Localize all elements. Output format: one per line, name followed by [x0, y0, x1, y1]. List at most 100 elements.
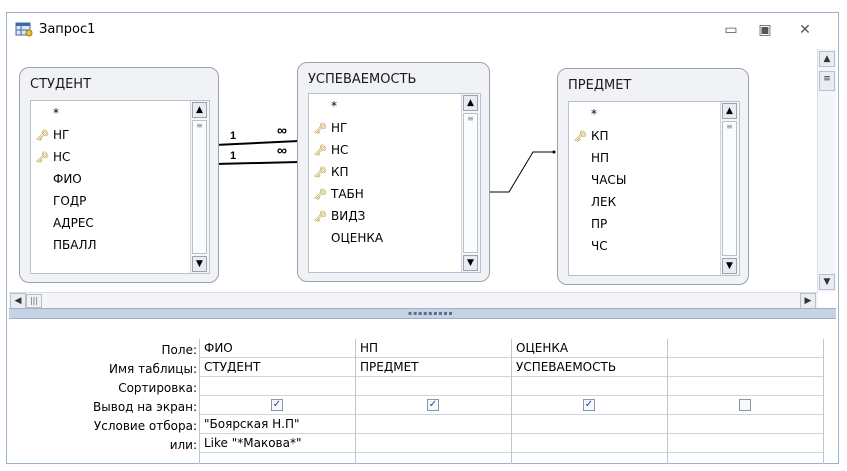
- grid-cell-sort[interactable]: [668, 377, 823, 396]
- field-item[interactable]: ЧАСЫ: [573, 170, 626, 190]
- maximize-icon[interactable]: ▣: [752, 20, 778, 40]
- title-bar: Запрос1 ▭ ▣ ✕: [7, 13, 838, 47]
- field-item[interactable]: 🗝 ВИДЗ: [313, 206, 365, 226]
- pane-splitter[interactable]: ▪▪▪▪▪▪▪▪▪: [9, 308, 836, 319]
- field-item[interactable]: ОЦЕНКА: [313, 228, 383, 248]
- row-label-sort: Сортировка:: [118, 381, 197, 395]
- table-subject[interactable]: ПРЕДМЕТ * 🗝 КП НП ЧАСЫ ЛЕК ПР ЧС ▲ ≡ ▼: [557, 68, 749, 285]
- grid-column: ФИО СТУДЕНТ ✓ "Боярская Н.П" Like "*Мако…: [199, 339, 355, 464]
- table-diagram-pane: 1 1 ∞ ∞ СТУДЕНТ * 🗝 НГ 🗝 НС ФИО ГОДР АДРЕС…: [9, 49, 836, 308]
- field-item[interactable]: НП: [573, 148, 609, 168]
- grid-cell-or[interactable]: [356, 434, 511, 453]
- scroll-left-icon[interactable]: ◀: [10, 293, 26, 308]
- relation-line-ns: [214, 161, 300, 165]
- row-label-criteria: Условие отбора:: [93, 419, 197, 433]
- scroll-thumb[interactable]: ≡: [463, 113, 478, 253]
- field-item[interactable]: 🗝 НГ: [313, 118, 347, 138]
- scroll-up-icon[interactable]: ▲: [463, 95, 478, 111]
- scroll-thumb[interactable]: ≡: [192, 120, 207, 254]
- field-item[interactable]: ФИО: [35, 169, 82, 189]
- svg-text:1: 1: [230, 150, 236, 162]
- table-scrollbar[interactable]: ▲ ≡ ▼: [190, 101, 209, 273]
- grid-cell-criteria[interactable]: [356, 415, 511, 434]
- grid-cell-table[interactable]: [668, 358, 823, 377]
- relation-line-kp: [487, 151, 554, 193]
- close-icon[interactable]: ✕: [792, 20, 818, 40]
- grid-cell-criteria[interactable]: "Боярская Н.П": [200, 415, 355, 434]
- key-icon: 🗝: [35, 129, 49, 142]
- grid-cell-table[interactable]: УСПЕВАЕМОСТЬ: [512, 358, 667, 377]
- key-icon: 🗝: [573, 130, 587, 143]
- grid-cell-field[interactable]: НП: [356, 339, 511, 358]
- grid-cell-table[interactable]: ПРЕДМЕТ: [356, 358, 511, 377]
- grid-cell-field[interactable]: [668, 339, 823, 358]
- field-item[interactable]: *: [313, 96, 337, 116]
- key-icon: 🗝: [35, 151, 49, 164]
- grid-cell-field[interactable]: ФИО: [200, 339, 355, 358]
- grid-cell-table[interactable]: СТУДЕНТ: [200, 358, 355, 377]
- grid-cell-or[interactable]: [512, 434, 667, 453]
- row-label-table: Имя таблицы:: [109, 362, 197, 376]
- show-checkbox[interactable]: ✓: [427, 399, 439, 411]
- minimize-icon[interactable]: ▭: [718, 20, 744, 40]
- field-item[interactable]: ЛЕК: [573, 192, 616, 212]
- scroll-up-icon[interactable]: ▲: [192, 102, 207, 118]
- grid-cell-show[interactable]: ✓: [512, 396, 667, 415]
- grid-cell-or[interactable]: [668, 434, 823, 453]
- table-title: ПРЕДМЕТ: [568, 78, 632, 93]
- field-item[interactable]: ЧС: [573, 236, 608, 256]
- field-item[interactable]: *: [573, 104, 597, 124]
- field-item[interactable]: 🗝 НГ: [35, 125, 69, 145]
- table-scrollbar[interactable]: ▲ ≡ ▼: [720, 102, 739, 275]
- field-item[interactable]: 🗝 КП: [573, 126, 609, 146]
- grid-cell-sort[interactable]: [356, 377, 511, 396]
- scroll-down-icon[interactable]: ▼: [819, 274, 835, 290]
- diagram-vertical-scrollbar[interactable]: ▲ ≡ ▼: [817, 49, 836, 292]
- field-item[interactable]: 🗝 ТАБН: [313, 184, 364, 204]
- scroll-right-icon[interactable]: ▶: [800, 293, 816, 308]
- scroll-down-icon[interactable]: ▼: [722, 258, 737, 274]
- field-item[interactable]: *: [35, 103, 59, 123]
- table-performance[interactable]: УСПЕВАЕМОСТЬ * 🗝 НГ 🗝 НС 🗝 КП 🗝 ТАБН 🗝 ВИДЗ О…: [297, 62, 490, 282]
- grid-cell-or[interactable]: Like "*Макова*": [200, 434, 355, 453]
- field-item[interactable]: ПР: [573, 214, 607, 234]
- field-item[interactable]: ПБАЛЛ: [35, 235, 97, 255]
- grid-cell-criteria[interactable]: [512, 415, 667, 434]
- scroll-down-icon[interactable]: ▼: [192, 256, 207, 272]
- grid-cell-criteria[interactable]: [668, 415, 823, 434]
- field-item[interactable]: 🗝 НС: [35, 147, 70, 167]
- scroll-thumb[interactable]: ≡: [819, 71, 835, 91]
- grid-cell-show[interactable]: [668, 396, 823, 415]
- field-list: * 🗝 НГ 🗝 НС ФИО ГОДР АДРЕС ПБАЛЛ ▲ ≡ ▼: [30, 100, 210, 274]
- table-title: УСПЕВАЕМОСТЬ: [308, 72, 417, 87]
- grid-cell-show[interactable]: ✓: [356, 396, 511, 415]
- key-icon: 🗝: [313, 144, 327, 157]
- grid-column: [667, 339, 824, 464]
- table-title: СТУДЕНТ: [30, 77, 92, 92]
- scroll-thumb[interactable]: |||: [26, 294, 42, 308]
- grid-cell-field[interactable]: ОЦЕНКА: [512, 339, 667, 358]
- scroll-up-icon[interactable]: ▲: [819, 51, 835, 67]
- splitter-grip-icon[interactable]: ▪▪▪▪▪▪▪▪▪: [408, 310, 454, 317]
- grid-column: НП ПРЕДМЕТ ✓: [355, 339, 511, 464]
- grid-cell-sort[interactable]: [512, 377, 667, 396]
- grid-cell-show[interactable]: ✓: [200, 396, 355, 415]
- diagram-horizontal-scrollbar[interactable]: ◀ ||| ▶: [9, 292, 818, 308]
- field-item[interactable]: 🗝 КП: [313, 162, 349, 182]
- show-checkbox[interactable]: ✓: [271, 399, 283, 411]
- table-scrollbar[interactable]: ▲ ≡ ▼: [461, 94, 480, 272]
- key-icon: 🗝: [313, 166, 327, 179]
- scroll-up-icon[interactable]: ▲: [722, 103, 737, 119]
- grid-cell-sort[interactable]: [200, 377, 355, 396]
- query-design-icon: [15, 22, 33, 37]
- query-design-window: Запрос1 ▭ ▣ ✕ 1 1 ∞ ∞ СТУДЕНТ * 🗝 НГ 🗝 Н…: [6, 12, 839, 464]
- scroll-thumb[interactable]: ≡: [722, 121, 737, 256]
- key-icon: 🗝: [313, 188, 327, 201]
- field-item[interactable]: 🗝 НС: [313, 140, 348, 160]
- show-checkbox[interactable]: [739, 399, 751, 411]
- field-item[interactable]: ГОДР: [35, 191, 86, 211]
- table-student[interactable]: СТУДЕНТ * 🗝 НГ 🗝 НС ФИО ГОДР АДРЕС ПБАЛЛ ▲…: [19, 67, 219, 283]
- field-item[interactable]: АДРЕС: [35, 213, 94, 233]
- scroll-down-icon[interactable]: ▼: [463, 255, 478, 271]
- show-checkbox[interactable]: ✓: [583, 399, 595, 411]
